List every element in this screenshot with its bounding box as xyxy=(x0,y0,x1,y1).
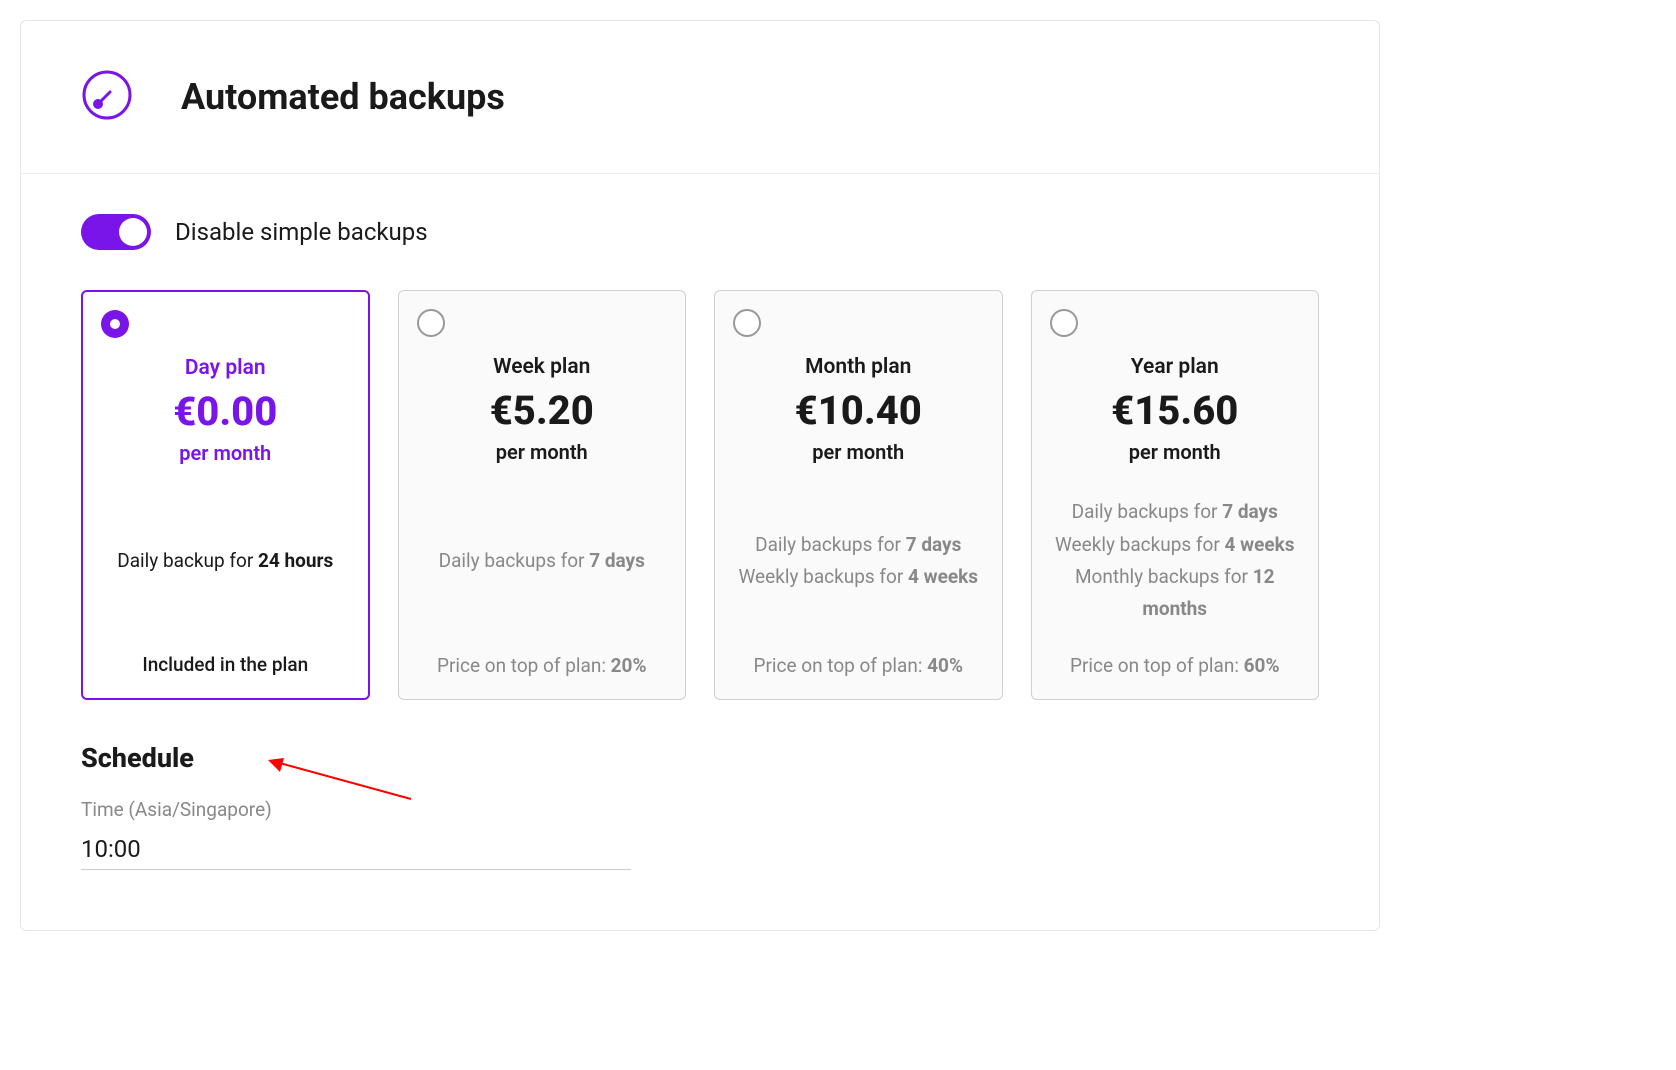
plan-features: Daily backups for 7 days Weekly backups … xyxy=(1054,492,1297,630)
plan-radio xyxy=(1050,309,1078,337)
toggle-label: Disable simple backups xyxy=(175,218,428,246)
plan-footer: Price on top of plan: 60% xyxy=(1054,654,1297,677)
plan-period: per month xyxy=(421,440,664,464)
plan-card-day[interactable]: Day plan €0.00 per month Daily backup fo… xyxy=(81,290,370,700)
plan-period: per month xyxy=(1054,440,1297,464)
plan-features: Daily backups for 7 days Weekly backups … xyxy=(737,492,980,630)
disable-simple-backups-toggle[interactable] xyxy=(81,214,151,250)
plan-card-week[interactable]: Week plan €5.20 per month Daily backups … xyxy=(398,290,687,700)
plan-radio xyxy=(733,309,761,337)
plan-price: €0.00 xyxy=(105,388,346,435)
plan-radio xyxy=(417,309,445,337)
plan-features: Daily backups for 7 days xyxy=(421,492,664,630)
panel-header: Automated backups xyxy=(21,21,1379,174)
page-title: Automated backups xyxy=(181,76,505,118)
plan-price: €15.60 xyxy=(1054,387,1297,434)
plan-card-year[interactable]: Year plan €15.60 per month Daily backups… xyxy=(1031,290,1320,700)
plan-period: per month xyxy=(737,440,980,464)
plan-footer: Included in the plan xyxy=(105,653,346,676)
automated-backups-panel: Automated backups Disable simple backups… xyxy=(20,20,1380,931)
plan-name: Day plan xyxy=(105,356,346,380)
plan-footer: Price on top of plan: 40% xyxy=(737,654,980,677)
panel-content: Disable simple backups Day plan €0.00 pe… xyxy=(21,174,1379,930)
schedule-title: Schedule xyxy=(81,742,1319,774)
plan-name: Year plan xyxy=(1054,355,1297,379)
plan-card-month[interactable]: Month plan €10.40 per month Daily backup… xyxy=(714,290,1003,700)
plan-features: Daily backup for 24 hours xyxy=(105,493,346,629)
toggle-knob xyxy=(119,218,147,246)
schedule-section: Schedule Time (Asia/Singapore) xyxy=(81,742,1319,870)
plan-period: per month xyxy=(105,441,346,465)
plan-price: €5.20 xyxy=(421,387,664,434)
schedule-time-input[interactable] xyxy=(81,829,631,870)
plan-name: Month plan xyxy=(737,355,980,379)
plan-footer: Price on top of plan: 20% xyxy=(421,654,664,677)
backup-gauge-icon xyxy=(81,69,133,125)
plan-name: Week plan xyxy=(421,355,664,379)
schedule-time-label: Time (Asia/Singapore) xyxy=(81,798,1319,821)
toggle-row: Disable simple backups xyxy=(81,214,1319,250)
plans-grid: Day plan €0.00 per month Daily backup fo… xyxy=(81,290,1319,700)
plan-price: €10.40 xyxy=(737,387,980,434)
plan-radio xyxy=(101,310,129,338)
